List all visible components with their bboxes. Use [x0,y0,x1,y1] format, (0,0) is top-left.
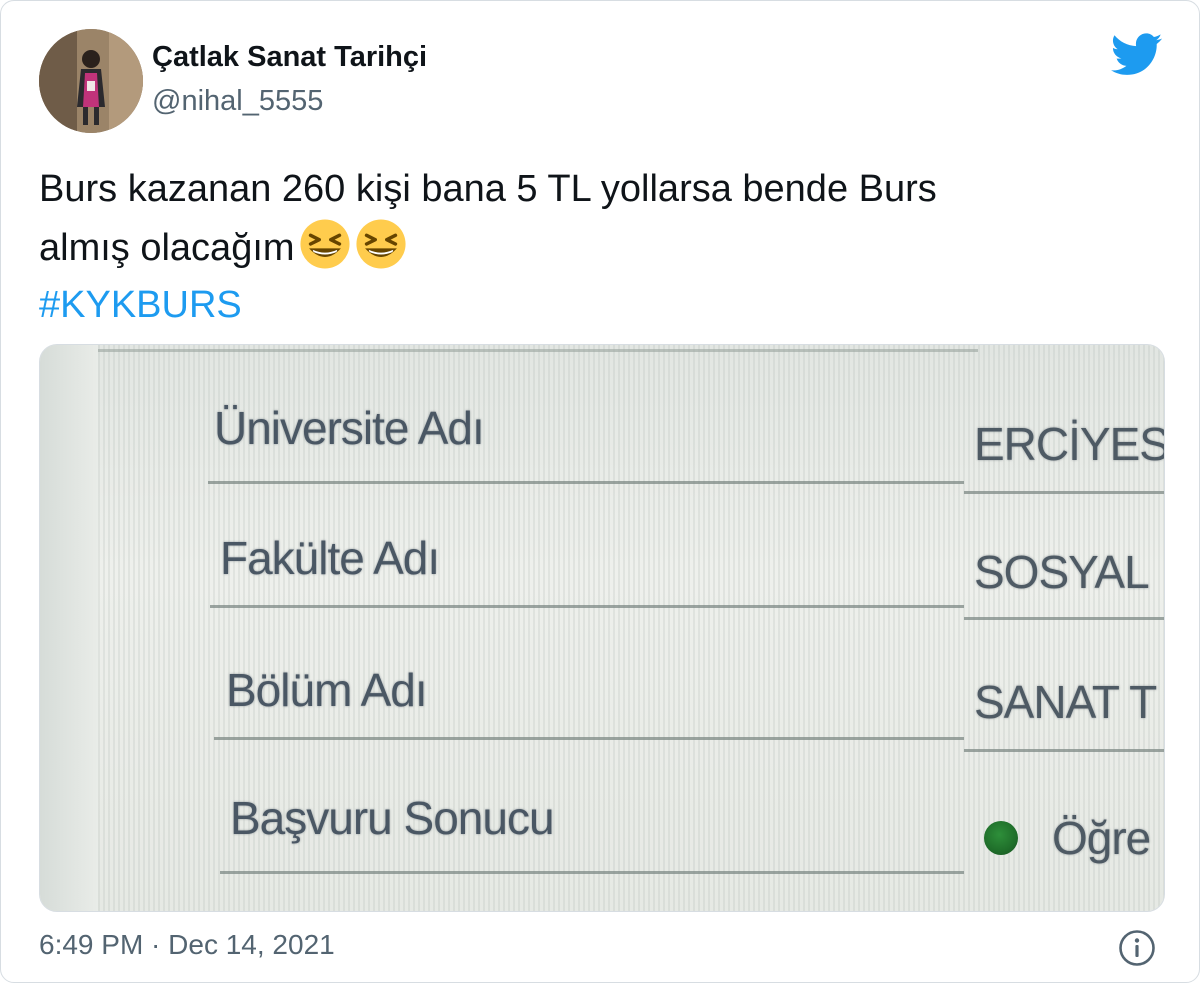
row-divider [214,737,964,740]
field-value-university: ERCİYES [974,418,1165,470]
monitor-bezel [40,345,98,911]
tweet-card: Çatlak Sanat Tarihçi @nihal_5555 Burs ka… [0,0,1200,983]
hashtag-link[interactable]: #KYKBURS [39,277,1159,334]
field-value-result: Öğre [1052,812,1151,864]
field-label-university: Üniversite Adı [214,402,485,454]
tweet-text: Burs kazanan 260 kişi bana 5 TL yollarsa… [39,161,1159,334]
twitter-bird-icon[interactable] [1111,33,1163,77]
tweet-text-line-1: Burs kazanan 260 kişi bana 5 TL yollarsa… [39,168,937,210]
row-divider [964,491,1164,494]
row-divider [964,749,1164,752]
status-indicator [984,821,1018,855]
avatar[interactable] [39,29,143,133]
tweet-text-line-2: almış olacağım [39,218,1159,277]
row-divider [210,605,964,608]
field-label-result: Başvuru Sonucu [230,792,555,844]
info-icon[interactable] [1118,929,1156,967]
row-divider [208,481,964,484]
row-divider [964,617,1164,620]
tweet-media-photo[interactable]: Üniversite Adı ERCİYES Fakülte Adı SOSYA… [39,344,1165,912]
row-divider [220,871,964,874]
field-label-faculty: Fakülte Adı [220,532,440,584]
user-handle[interactable]: @nihal_5555 [152,85,323,118]
display-name[interactable]: Çatlak Sanat Tarihçi [152,41,427,74]
field-value-faculty: SOSYAL [974,546,1150,598]
field-value-department: SANAT T [974,676,1157,728]
field-label-department: Bölüm Adı [226,664,428,716]
grinning-squinting-face-icon [299,219,350,269]
avatar-photo [39,29,143,133]
table-top-line [98,349,978,352]
tweet-timestamp[interactable]: 6:49 PM · Dec 14, 2021 [39,929,335,961]
grinning-squinting-face-icon [355,219,406,269]
tweet-text-line-2-text: almış olacağım [39,227,295,269]
